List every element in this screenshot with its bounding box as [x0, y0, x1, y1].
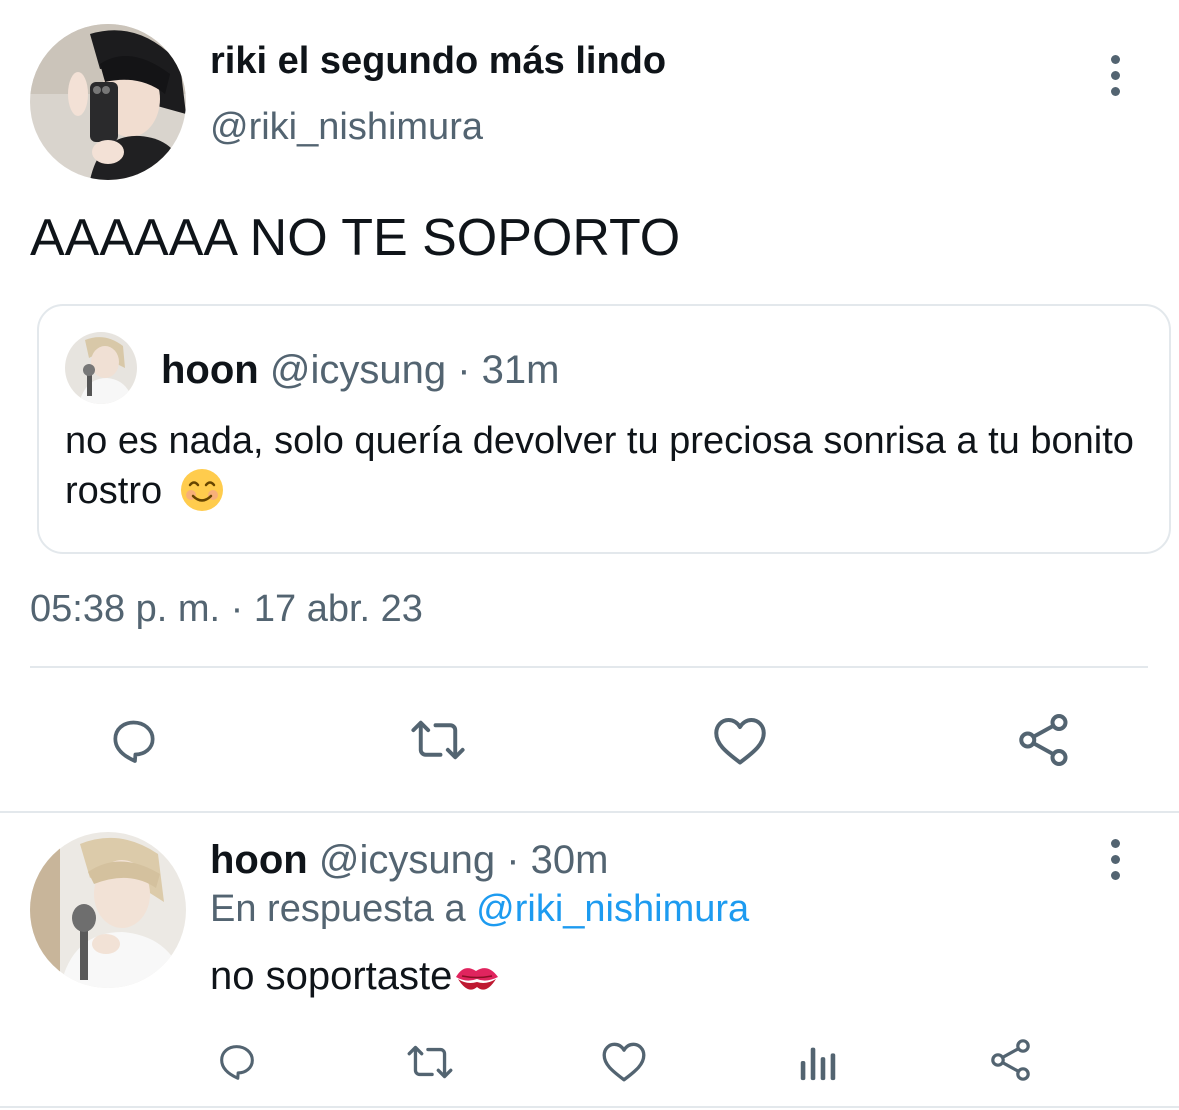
reply-text: no soportaste	[210, 954, 453, 998]
views-icon[interactable]	[794, 1036, 842, 1086]
quoted-tweet-header: hoon @icysung · 31m	[161, 348, 559, 393]
display-name[interactable]: riki el segundo más lindo	[210, 40, 666, 83]
reply-header: hoon @icysung · 30m	[210, 838, 608, 883]
retweet-icon[interactable]	[404, 710, 472, 770]
reply-tweet-text: no soportaste	[210, 954, 502, 999]
quoted-handle-time: @icysung · 31m	[269, 348, 560, 392]
main-tweet: riki el segundo más lindo @riki_nishimur…	[0, 0, 1179, 812]
avatar[interactable]	[30, 832, 186, 988]
avatar[interactable]	[30, 24, 186, 180]
more-options-icon[interactable]	[1095, 834, 1135, 884]
tweet-text: AAAAAA NO TE SOPORTO	[30, 209, 681, 267]
quoted-tweet-card[interactable]: hoon @icysung · 31m no es nada, solo que…	[37, 304, 1171, 554]
retweet-icon[interactable]	[402, 1038, 458, 1086]
divider	[0, 1106, 1179, 1108]
share-icon[interactable]	[986, 1034, 1036, 1086]
share-icon[interactable]	[1012, 708, 1076, 772]
divider	[30, 666, 1148, 668]
replying-to-link[interactable]: @riki_nishimura	[476, 888, 749, 930]
smiling-face-emoji	[179, 467, 225, 513]
quoted-text: no es nada, solo quería devolver tu prec…	[65, 420, 1134, 512]
avatar	[65, 332, 137, 404]
quoted-display-name: hoon	[161, 348, 259, 392]
reply-display-name[interactable]: hoon	[210, 838, 308, 882]
like-icon[interactable]	[708, 710, 772, 770]
tweet-detail-screen: riki el segundo más lindo @riki_nishimur…	[0, 0, 1179, 1110]
reply-icon[interactable]	[212, 1036, 262, 1086]
user-handle[interactable]: @riki_nishimura	[210, 106, 483, 149]
tweet-timestamp: 05:38 p. m. · 17 abr. 23	[30, 588, 423, 630]
reply-handle-time: @icysung · 30m	[318, 838, 609, 882]
reply-icon[interactable]	[104, 710, 164, 770]
quoted-tweet-text: no es nada, solo quería devolver tu prec…	[65, 416, 1145, 516]
kiss-mark-emoji	[452, 957, 502, 997]
divider	[0, 811, 1179, 813]
like-icon[interactable]	[598, 1036, 650, 1086]
more-options-icon[interactable]	[1095, 50, 1135, 100]
replying-to-label: En respuesta a	[210, 888, 466, 930]
replying-to: En respuesta a @riki_nishimura	[210, 888, 749, 931]
